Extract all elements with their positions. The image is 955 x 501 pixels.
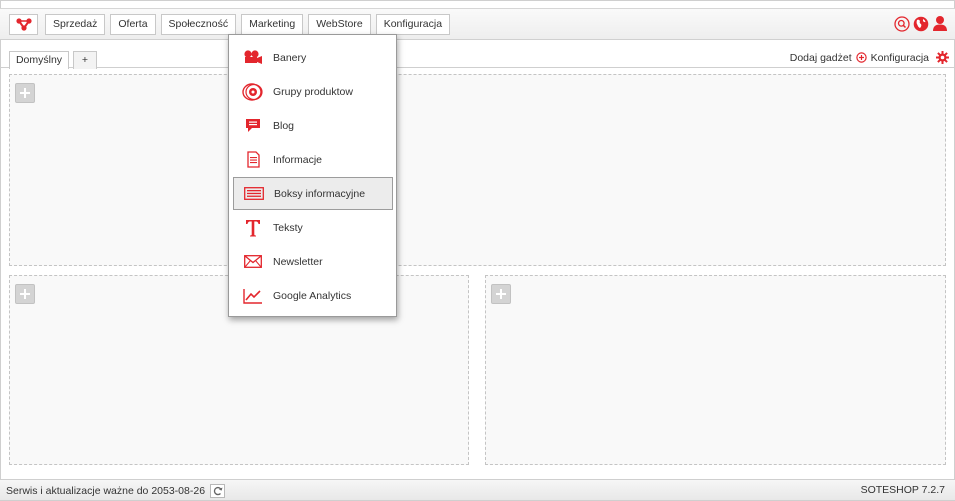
configuration-link[interactable]: Konfiguracja <box>871 52 929 64</box>
search-icon[interactable] <box>894 15 910 32</box>
menu-item-label: Banery <box>273 51 307 64</box>
chart-line-icon <box>233 288 273 304</box>
tab-domyslny[interactable]: Domyślny <box>9 51 69 69</box>
globe-icon[interactable] <box>913 16 929 32</box>
nav-oferta[interactable]: Oferta <box>110 14 156 35</box>
add-gadget-button[interactable] <box>491 284 511 304</box>
refresh-button[interactable] <box>210 484 226 498</box>
menu-item-banery[interactable]: Banery <box>233 41 393 74</box>
text-icon <box>233 219 273 237</box>
footer-left: Serwis i aktualizacje ważne do 2053-08-2… <box>6 484 226 498</box>
top-navigation-bar: Sprzedaż Oferta Społeczność Marketing We… <box>0 8 955 40</box>
menu-item-label: Newsletter <box>273 255 323 268</box>
menu-item-informacje[interactable]: Informacje <box>233 143 393 176</box>
menu-item-blog[interactable]: Blog <box>233 109 393 142</box>
menu-item-google-analytics[interactable]: Google Analytics <box>233 279 393 312</box>
menu-item-boksy-informacyjne[interactable]: Boksy informacyjne <box>233 177 393 210</box>
refresh-icon <box>213 486 223 496</box>
logo-button[interactable] <box>9 14 38 35</box>
menu-item-grupy-produktow[interactable]: Grupy produktow <box>233 75 393 108</box>
marketing-dropdown-menu: Banery Grupy produktow Blog Informacje B… <box>228 34 397 317</box>
main-nav: Sprzedaż Oferta Społeczność Marketing We… <box>45 14 451 40</box>
status-footer: Serwis i aktualizacje ważne do 2053-08-2… <box>0 479 955 501</box>
soteshop-logo-icon <box>15 18 32 31</box>
add-gadget-button[interactable] <box>15 83 35 103</box>
blog-icon <box>233 118 273 133</box>
add-circle-icon[interactable] <box>855 52 867 63</box>
product-groups-icon <box>233 82 273 101</box>
gadget-area-top <box>9 74 946 266</box>
menu-item-label: Boksy informacyjne <box>274 187 366 200</box>
menu-item-label: Google Analytics <box>273 289 352 302</box>
gear-icon[interactable] <box>936 51 949 64</box>
user-icon[interactable] <box>932 15 948 32</box>
menu-item-label: Blog <box>273 119 295 132</box>
menu-item-newsletter[interactable]: Newsletter <box>233 245 393 278</box>
envelope-icon <box>233 255 273 268</box>
gadget-area-bottom-right <box>485 275 946 465</box>
menu-item-label: Teksty <box>273 221 303 234</box>
add-gadget-button[interactable] <box>15 284 35 304</box>
plus-icon <box>496 289 506 299</box>
nav-spolecznosc[interactable]: Społeczność <box>160 14 237 35</box>
version-label: SOTESHOP 7.2.7 <box>860 484 945 496</box>
document-icon <box>233 151 273 168</box>
nav-sprzedaz[interactable]: Sprzedaż <box>45 14 106 35</box>
menu-item-label: Grupy produktow <box>273 85 353 98</box>
nav-webstore[interactable]: WebStore <box>308 14 371 35</box>
banner-icon <box>233 49 273 66</box>
top-icons <box>894 15 948 32</box>
nav-konfiguracja[interactable]: Konfiguracja <box>375 14 451 35</box>
dashboard-tab-bar: Domyślny + Dodaj gadżet Konfiguracja <box>0 40 955 69</box>
service-validity-text: Serwis i aktualizacje ważne do 2053-08-2… <box>6 485 206 497</box>
info-boxes-icon <box>234 187 274 200</box>
add-gadget-link[interactable]: Dodaj gadżet <box>790 52 852 64</box>
tab-actions: Dodaj gadżet Konfiguracja <box>790 51 949 64</box>
menu-item-teksty[interactable]: Teksty <box>233 211 393 244</box>
plus-icon <box>20 88 30 98</box>
plus-icon <box>20 289 30 299</box>
add-tab-button[interactable]: + <box>73 51 97 69</box>
menu-item-label: Informacje <box>273 153 323 166</box>
